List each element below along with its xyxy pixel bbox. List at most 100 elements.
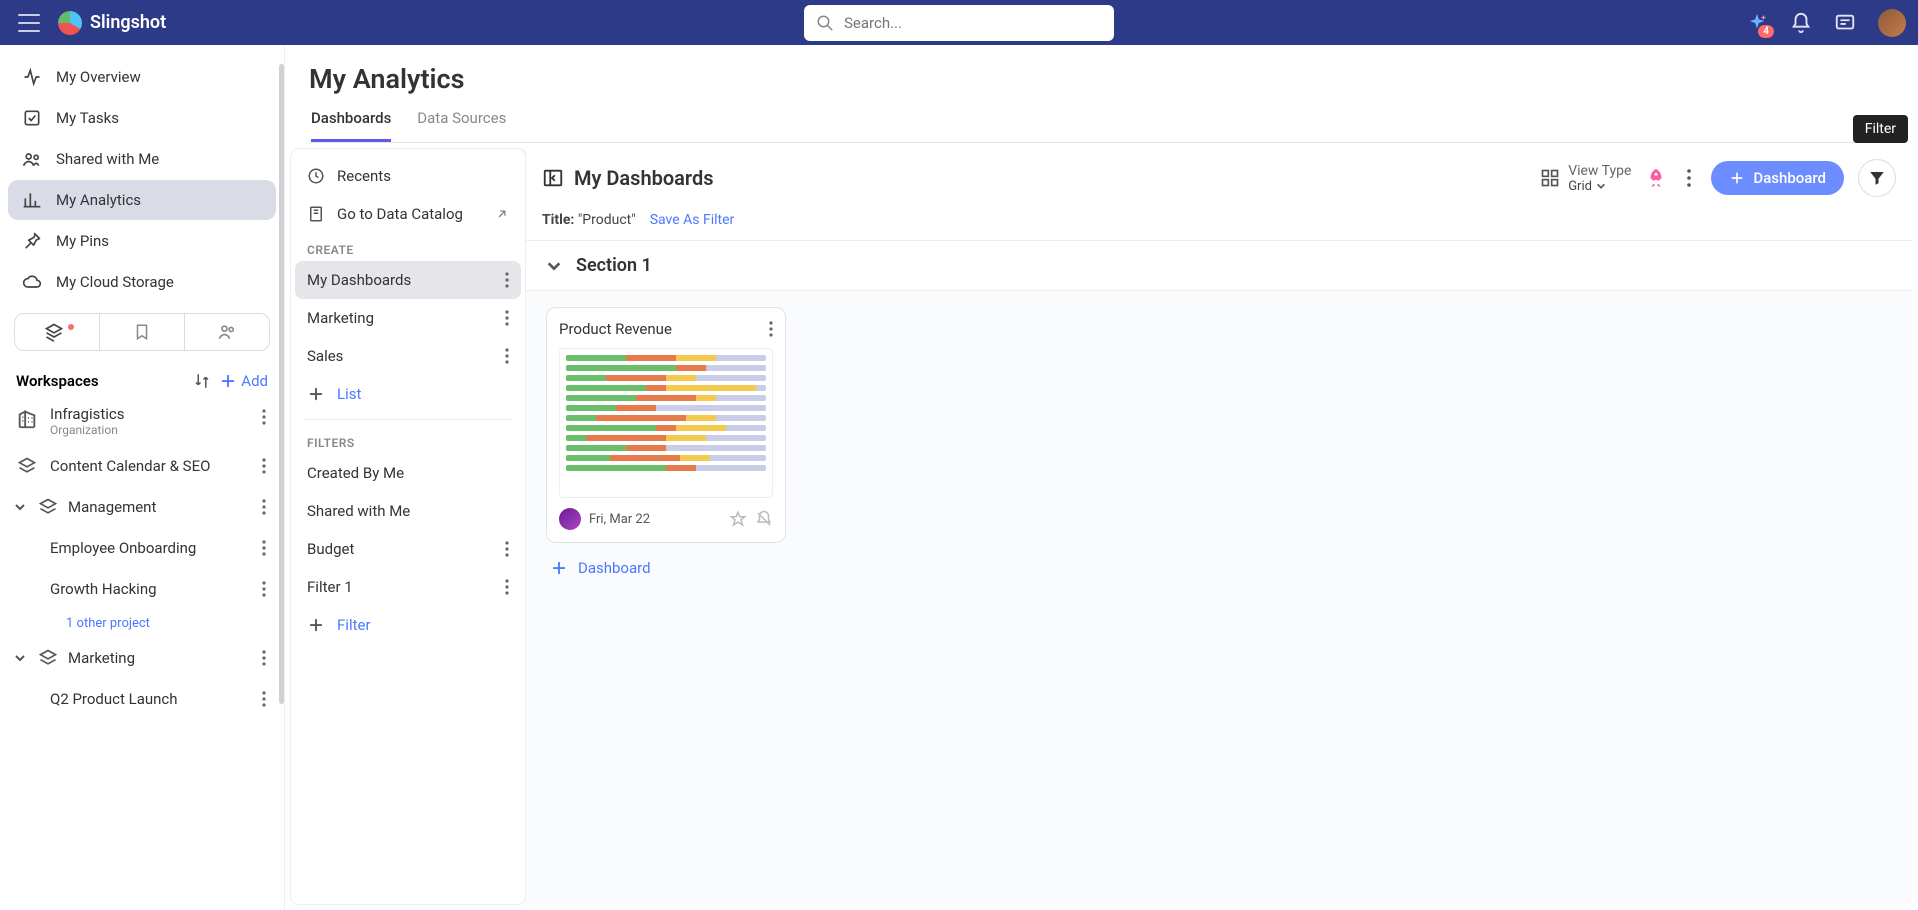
app-logo[interactable]: Slingshot — [58, 11, 166, 35]
sidebar-scrollbar[interactable] — [279, 64, 284, 704]
page-title: My Analytics — [309, 63, 1894, 95]
filter-button[interactable] — [1858, 159, 1896, 197]
workspaces-header: Workspaces Add — [8, 366, 276, 396]
workspace-management[interactable]: Management — [8, 487, 276, 527]
dashboards-pane: Filter My Dashboards View Type Grid — [526, 149, 1912, 904]
ai-spark-icon[interactable]: 4 — [1746, 12, 1768, 34]
nav-my-dashboards[interactable]: My Dashboards — [295, 261, 521, 299]
section-header[interactable]: Section 1 — [526, 241, 1912, 291]
nav-sales[interactable]: Sales — [295, 337, 521, 375]
building-icon — [14, 408, 40, 430]
workspace-marketing[interactable]: Marketing — [8, 638, 276, 678]
card-more-icon[interactable] — [769, 321, 773, 337]
more-icon[interactable] — [258, 536, 270, 560]
more-icon[interactable] — [258, 454, 270, 478]
save-as-filter-link[interactable]: Save As Filter — [650, 212, 735, 228]
mini-tab-people[interactable] — [185, 314, 269, 350]
sort-icon[interactable] — [193, 372, 211, 390]
nav-marketing[interactable]: Marketing — [295, 299, 521, 337]
workspace-growth-hacking[interactable]: Growth Hacking — [8, 569, 276, 609]
dashboards-nav-column: Recents Go to Data Catalog CREATE My Das… — [291, 149, 526, 904]
filter-tooltip: Filter — [1853, 115, 1908, 143]
mini-tab-bookmark[interactable] — [100, 314, 185, 350]
chat-icon[interactable] — [1834, 12, 1856, 34]
search-icon — [816, 14, 834, 32]
menu-icon[interactable] — [12, 8, 46, 38]
filter-filter-1[interactable]: Filter 1 — [295, 568, 521, 606]
workspace-content-calendar[interactable]: Content Calendar & SEO — [8, 446, 276, 486]
left-sidebar: My Overview My Tasks Shared with Me My A… — [0, 45, 285, 910]
nav-recents[interactable]: Recents — [295, 157, 521, 195]
add-workspace-button[interactable]: Add — [219, 372, 268, 390]
card-title: Product Revenue — [559, 320, 672, 338]
nav-my-pins[interactable]: My Pins — [8, 221, 276, 261]
add-list-button[interactable]: List — [295, 375, 521, 413]
nav-shared-with-me[interactable]: Shared with Me — [8, 139, 276, 179]
more-icon[interactable] — [505, 541, 509, 557]
nav-my-overview[interactable]: My Overview — [8, 57, 276, 97]
pane-more-icon[interactable] — [1681, 163, 1697, 193]
nav-label: Shared with Me — [56, 150, 159, 168]
more-icon[interactable] — [258, 577, 270, 601]
dot-indicator — [68, 324, 74, 330]
nav-label: My Pins — [56, 232, 109, 250]
more-icon[interactable] — [258, 646, 270, 670]
new-dashboard-button[interactable]: Dashboard — [1711, 161, 1844, 195]
other-projects-link[interactable]: 1 other project — [8, 610, 276, 637]
more-icon[interactable] — [505, 348, 509, 364]
chevron-down-icon — [546, 258, 562, 274]
more-icon[interactable] — [505, 310, 509, 326]
more-icon[interactable] — [505, 272, 509, 288]
filter-icon — [1868, 169, 1886, 187]
nav-my-cloud-storage[interactable]: My Cloud Storage — [8, 262, 276, 302]
plus-icon — [550, 559, 568, 577]
more-icon[interactable] — [258, 405, 270, 429]
view-type-selector[interactable]: View Type Grid — [1540, 163, 1631, 194]
card-date: Fri, Mar 22 — [589, 512, 721, 527]
workspace-employee-onboarding[interactable]: Employee Onboarding — [8, 528, 276, 568]
user-avatar[interactable] — [1878, 9, 1906, 37]
mini-tab-layers[interactable] — [15, 314, 100, 350]
workspace-q2-product-launch[interactable]: Q2 Product Launch — [8, 679, 276, 719]
nav-my-analytics[interactable]: My Analytics — [8, 180, 276, 220]
shared-icon — [22, 149, 42, 169]
topbar: Slingshot 4 — [0, 0, 1918, 45]
app-name: Slingshot — [90, 12, 166, 33]
more-icon[interactable] — [258, 495, 270, 519]
add-dashboard-link[interactable]: Dashboard — [546, 543, 1892, 593]
layers-icon — [38, 497, 58, 517]
clock-icon — [307, 167, 325, 185]
tab-data-sources[interactable]: Data Sources — [417, 109, 506, 142]
filter-shared-with-me[interactable]: Shared with Me — [295, 492, 521, 530]
star-icon[interactable] — [729, 510, 747, 528]
nav-data-catalog[interactable]: Go to Data Catalog — [295, 195, 521, 233]
plus-icon — [1729, 170, 1745, 186]
collapse-panel-icon[interactable] — [542, 167, 564, 189]
main-area: My Analytics Dashboards Data Sources Rec… — [285, 45, 1918, 910]
more-icon[interactable] — [258, 687, 270, 711]
overview-icon — [22, 67, 42, 87]
filter-budget[interactable]: Budget — [295, 530, 521, 568]
dashboard-preview — [559, 348, 773, 498]
more-icon[interactable] — [505, 579, 509, 595]
plus-icon — [307, 385, 325, 403]
rocket-icon[interactable] — [1645, 167, 1667, 189]
nav-my-tasks[interactable]: My Tasks — [8, 98, 276, 138]
layers-icon — [14, 456, 40, 476]
search-input[interactable] — [844, 14, 1102, 32]
add-filter-button[interactable]: Filter — [295, 606, 521, 644]
global-search[interactable] — [804, 5, 1114, 41]
workspace-infragistics[interactable]: InfragisticsOrganization — [8, 397, 276, 445]
catalog-icon — [307, 205, 325, 223]
nav-label: My Overview — [56, 68, 141, 86]
workspaces-label: Workspaces — [16, 372, 99, 390]
main-tabs: Dashboards Data Sources — [309, 109, 1894, 143]
bell-off-icon[interactable] — [755, 510, 773, 528]
tab-dashboards[interactable]: Dashboards — [311, 109, 391, 142]
plus-icon — [307, 616, 325, 634]
dashboard-card[interactable]: Product Revenue — [546, 307, 786, 543]
notifications-icon[interactable] — [1790, 12, 1812, 34]
filter-created-by-me[interactable]: Created By Me — [295, 454, 521, 492]
sidebar-mini-tabs — [14, 313, 270, 351]
card-author-avatar — [559, 508, 581, 530]
